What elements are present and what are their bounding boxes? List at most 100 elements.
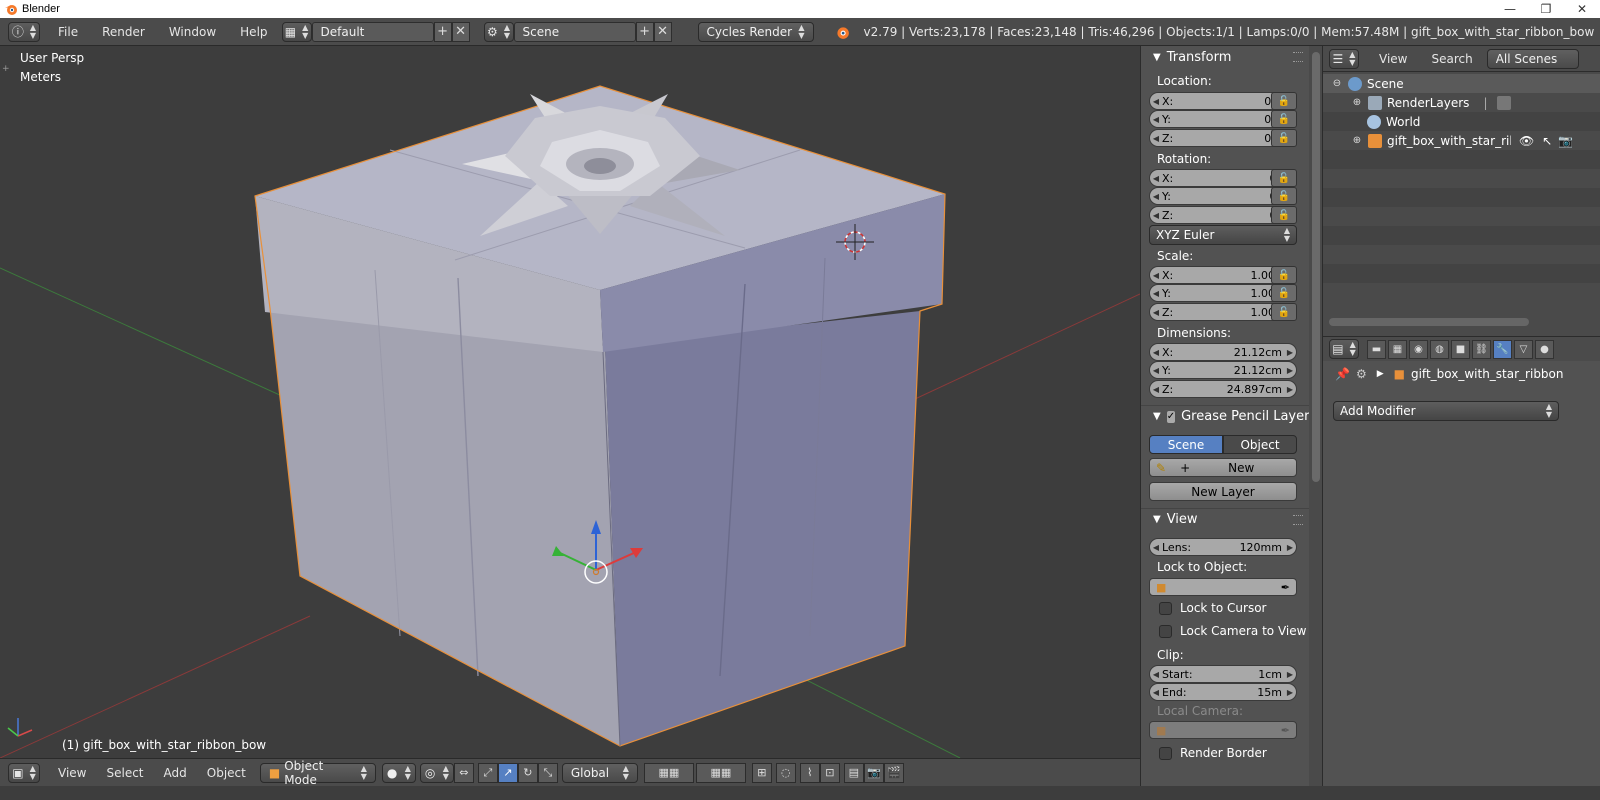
translate-active-icon[interactable]: ↗ [497, 762, 518, 783]
proportional-edit-icon[interactable]: ◌ [775, 762, 796, 783]
scene-browse-button[interactable]: ⚙ ▲ ▼ [483, 21, 514, 42]
translate-manipulator-icon[interactable]: ⤢ [477, 762, 498, 783]
menu-add[interactable]: Add [154, 766, 197, 780]
view-panel-header[interactable]: ▼ View [1141, 508, 1309, 530]
clip-start-field[interactable]: ◀ Start: 1cm ▶ [1149, 665, 1297, 683]
menu-window[interactable]: Window [157, 25, 228, 39]
scrollbar-thumb[interactable] [1312, 52, 1320, 482]
render-tab-icon[interactable]: ▬ [1367, 339, 1386, 359]
layout-name-field[interactable]: Default [311, 21, 434, 42]
lock-icon[interactable]: 🔓 [1271, 266, 1297, 284]
lens-field[interactable]: ◀ Lens: 120mm ▶ [1149, 538, 1297, 556]
lock-icon[interactable]: 🔓 [1271, 303, 1297, 321]
viewport-scene[interactable] [0, 46, 1140, 758]
dimension-z-field[interactable]: ◀ Z: 24.897cm ▶ [1149, 380, 1297, 398]
scene-name-field[interactable]: Scene [513, 21, 636, 42]
constraints-tab-icon[interactable]: ⛓ [1472, 339, 1491, 359]
grease-source-toggle[interactable]: Scene Object [1149, 435, 1297, 454]
delete-scene-icon[interactable]: ✕ [653, 21, 672, 42]
restore-icon[interactable]: ❐ [1528, 2, 1564, 16]
object-tab-icon[interactable]: ■ [1451, 339, 1470, 359]
viewport-shading-dropdown[interactable]: ● ▲ ▼ [381, 762, 416, 783]
layers-grid-right[interactable]: ▦▦ [695, 762, 746, 783]
delete-layout-icon[interactable]: ✕ [451, 21, 470, 42]
lock-object-field[interactable]: ■ ✒ [1149, 578, 1297, 596]
lock-icon[interactable]: 🔓 [1271, 206, 1297, 224]
grease-pencil-checkbox[interactable]: ✓ [1166, 410, 1176, 423]
add-modifier-dropdown[interactable]: Add Modifier ▲ ▼ [1333, 401, 1559, 421]
outliner-horizontal-scrollbar[interactable] [1329, 318, 1529, 326]
menu-object[interactable]: Object [197, 766, 256, 780]
new-layer-button[interactable]: New Layer [1149, 482, 1297, 501]
editor-type-properties-button[interactable]: ▤ ▲ ▼ [1329, 339, 1359, 359]
rotation-mode-dropdown[interactable]: XYZ Euler ▲ ▼ [1149, 225, 1297, 245]
lock-icon[interactable]: 🔓 [1271, 284, 1297, 302]
dimension-x-field[interactable]: ◀ X: 21.12cm ▶ [1149, 343, 1297, 361]
layers-grid-left[interactable]: ▦▦ [643, 762, 694, 783]
grease-object-tab[interactable]: Object [1223, 435, 1297, 454]
renderability-camera-icon[interactable]: 📷 [1558, 134, 1573, 148]
menu-view[interactable]: View [48, 766, 96, 780]
lock-icon[interactable]: 🔓 [1271, 110, 1297, 128]
eyedropper-icon[interactable]: ✒ [1281, 581, 1290, 594]
3d-viewport[interactable]: + User Persp Meters (1) gift_box_with_st… [0, 46, 1140, 758]
selectability-cursor-icon[interactable]: ↖ [1542, 134, 1552, 148]
lock-to-cursor-checkbox[interactable]: Lock to Cursor [1159, 601, 1266, 615]
outliner-row-renderlayers[interactable]: ⊕ RenderLayers | [1323, 93, 1600, 112]
transform-orientation-dropdown[interactable]: Global ▲ ▼ [561, 762, 638, 783]
render-layers-tab-icon[interactable]: ▦ [1388, 339, 1407, 359]
render-layer-toggle-icon[interactable] [1497, 95, 1512, 110]
toolshelf-toggle-icon[interactable]: + [2, 64, 12, 74]
render-engine-dropdown[interactable]: Cycles Render ▲ ▼ [697, 21, 814, 42]
menu-render[interactable]: Render [90, 25, 157, 39]
lock-icon[interactable]: 🔓 [1271, 187, 1297, 205]
add-scene-icon[interactable]: + [635, 21, 654, 42]
snap-element-icon[interactable]: ⊡ [819, 762, 840, 783]
rotate-manipulator-icon[interactable]: ↻ [517, 762, 538, 783]
opengl-render-icon[interactable]: 📷 [863, 762, 884, 783]
outliner-row-scene[interactable]: ⊖ Scene [1323, 74, 1600, 93]
snap-toggle-icon[interactable]: ⌇ [799, 762, 820, 783]
expand-icon[interactable]: ⊕ [1351, 135, 1363, 146]
outliner-search-menu[interactable]: Search [1419, 52, 1484, 66]
grease-new-button[interactable]: ✎ + New [1149, 458, 1297, 477]
minimize-icon[interactable]: — [1492, 2, 1528, 16]
world-tab-icon[interactable]: ◍ [1430, 339, 1449, 359]
mode-dropdown[interactable]: ■ Object Mode ▲ ▼ [259, 759, 376, 787]
render-preview-icon[interactable]: ▤ [843, 762, 864, 783]
lock-icon[interactable]: 🔓 [1271, 92, 1297, 110]
outliner-display-mode-dropdown[interactable]: All Scenes [1486, 48, 1579, 69]
visibility-eye-icon[interactable]: 👁 [1519, 134, 1534, 148]
outliner-row-world[interactable]: World [1323, 112, 1600, 131]
lock-camera-checkbox[interactable]: Lock Camera to View [1159, 624, 1306, 638]
manipulator-toggle-icon[interactable]: ⇔ [453, 762, 474, 783]
grease-scene-tab[interactable]: Scene [1149, 435, 1223, 454]
scale-manipulator-icon[interactable]: ⤡ [537, 762, 558, 783]
modifiers-tab-icon[interactable]: 🔧 [1493, 339, 1512, 359]
collapse-icon[interactable]: ⊖ [1331, 78, 1343, 89]
outliner-view-menu[interactable]: View [1367, 52, 1419, 66]
render-border-checkbox[interactable]: Render Border [1159, 746, 1267, 760]
menu-file[interactable]: File [46, 25, 90, 39]
pin-icon[interactable]: 📌 [1335, 367, 1350, 381]
clip-end-field[interactable]: ◀ End: 15m ▶ [1149, 683, 1297, 701]
pivot-point-dropdown[interactable]: ◎ ▲ ▼ [419, 762, 454, 783]
editor-type-3d-view-button[interactable]: ▣ ▲ ▼ [8, 762, 40, 783]
opengl-animation-icon[interactable]: 🎬 [883, 762, 904, 783]
close-window-icon[interactable]: ✕ [1564, 2, 1600, 16]
outliner-row-object[interactable]: ⊕ gift_box_with_star_ribbon_bow 👁 ↖ 📷 [1323, 131, 1600, 150]
transform-panel-header[interactable]: ▼ Transform [1141, 46, 1309, 68]
lock-icon[interactable]: 🔓 [1271, 169, 1297, 187]
dimension-y-field[interactable]: ◀ Y: 21.12cm ▶ [1149, 361, 1297, 379]
material-tab-icon[interactable]: ● [1535, 339, 1554, 359]
layer-lock-icon[interactable]: ⊞ [751, 762, 772, 783]
expand-icon[interactable]: ⊕ [1351, 97, 1363, 108]
lock-icon[interactable]: 🔓 [1271, 129, 1297, 147]
menu-help[interactable]: Help [228, 25, 279, 39]
editor-type-outliner-button[interactable]: ☰ ▲ ▼ [1329, 48, 1359, 69]
grease-pencil-panel-header[interactable]: ▼ ✓ Grease Pencil Layer [1141, 405, 1309, 427]
scene-tab-icon[interactable]: ◉ [1409, 339, 1428, 359]
properties-scrollbar[interactable] [1309, 46, 1322, 786]
layout-browse-button[interactable]: ▦ ▲ ▼ [281, 21, 312, 42]
menu-select[interactable]: Select [96, 766, 153, 780]
